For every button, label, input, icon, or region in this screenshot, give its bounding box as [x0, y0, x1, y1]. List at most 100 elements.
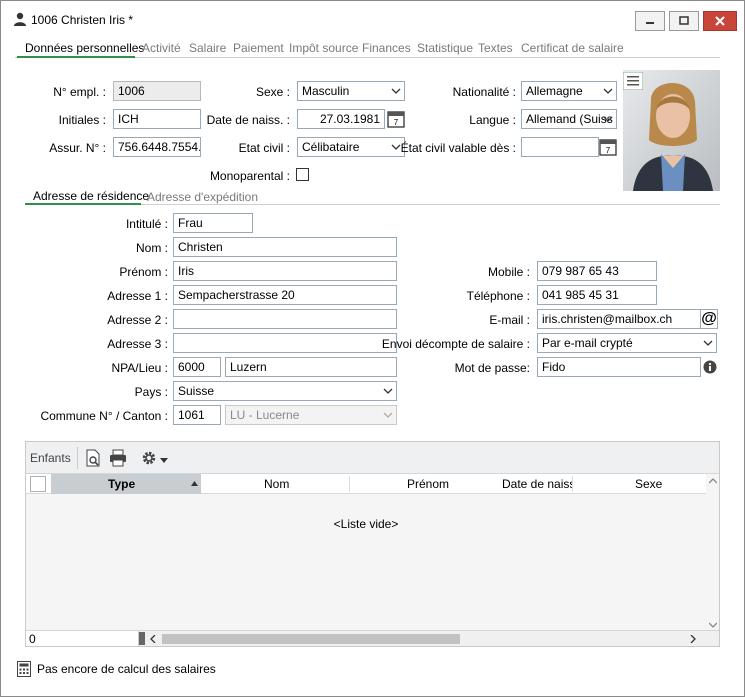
- pays-label: Pays :: [134, 385, 168, 399]
- tab-textes[interactable]: Textes: [478, 41, 513, 55]
- menu-icon[interactable]: [623, 72, 643, 90]
- grid-header: Type Nom Prénom Date de naissa Sexe: [26, 474, 706, 494]
- scroll-down-icon[interactable]: [709, 622, 717, 628]
- tab-adresse-expedition[interactable]: Adresse d'expédition: [147, 190, 258, 204]
- adresse3-field[interactable]: [173, 333, 397, 353]
- calendar-icon[interactable]: 7: [599, 138, 617, 156]
- canton-value: LU - Lucerne: [230, 408, 300, 422]
- chevron-down-icon: [603, 116, 613, 122]
- chevron-down-icon: [383, 412, 393, 418]
- column-header-sexe[interactable]: Sexe: [635, 477, 662, 491]
- envoi-label: Envoi décompte de salaire :: [381, 337, 530, 351]
- npa-lieu-label: NPA/Lieu :: [111, 361, 168, 375]
- minimize-button[interactable]: [635, 11, 665, 31]
- mobile-field[interactable]: 079 987 65 43: [537, 261, 657, 281]
- birth-date-field[interactable]: 27.03.1981: [297, 109, 385, 129]
- tab-certificat-salaire[interactable]: Certificat de salaire: [521, 41, 624, 55]
- info-icon[interactable]: [703, 360, 717, 374]
- close-icon: [715, 16, 725, 26]
- sort-asc-icon: [191, 481, 198, 486]
- close-button[interactable]: [703, 11, 737, 31]
- employee-window: 1006 Christen Iris * Données personnelle…: [0, 0, 745, 697]
- intitule-field[interactable]: Frau: [173, 213, 253, 233]
- monoparental-checkbox[interactable]: [296, 168, 309, 181]
- email-field[interactable]: iris.christen@mailbox.ch: [537, 309, 701, 329]
- npa-field[interactable]: 6000: [173, 357, 221, 377]
- maximize-button[interactable]: [669, 11, 699, 31]
- email-label: E-mail :: [489, 313, 530, 327]
- password-field[interactable]: Fido: [537, 357, 701, 377]
- column-header-prenom[interactable]: Prénom: [407, 477, 449, 491]
- etat-civil-select[interactable]: Célibataire: [297, 137, 405, 157]
- etat-valid-field[interactable]: [521, 137, 599, 157]
- svg-text:7: 7: [606, 146, 611, 155]
- adresse2-field[interactable]: [173, 309, 397, 329]
- column-divider: [349, 476, 350, 492]
- tab-finances[interactable]: Finances: [362, 41, 411, 55]
- status-text: Pas encore de calcul des salaires: [37, 662, 216, 676]
- svg-text:7: 7: [394, 118, 399, 127]
- adresse1-label: Adresse 1 :: [107, 289, 168, 303]
- tab-paiement[interactable]: Paiement: [233, 41, 284, 55]
- scroll-up-icon[interactable]: [709, 478, 717, 484]
- initials-label: Initiales :: [58, 113, 106, 127]
- sexe-label: Sexe :: [255, 85, 290, 99]
- select-all-checkbox[interactable]: [30, 476, 46, 492]
- monoparental-label: Monoparental :: [209, 169, 290, 183]
- assur-number-field[interactable]: 756.6448.7554.4: [113, 137, 201, 157]
- calendar-icon[interactable]: 7: [387, 110, 405, 128]
- caret-down-icon[interactable]: [160, 458, 168, 464]
- tab-salaire[interactable]: Salaire: [189, 41, 226, 55]
- empl-label: N° empl. :: [53, 85, 106, 99]
- commune-field[interactable]: 1061: [173, 405, 221, 425]
- tab-impot-source[interactable]: Impôt source: [289, 41, 358, 55]
- vertical-scrollbar[interactable]: [706, 474, 719, 632]
- telephone-field[interactable]: 041 985 45 31: [537, 285, 657, 305]
- column-header-type[interactable]: Type: [108, 477, 135, 491]
- preview-icon[interactable]: [84, 449, 102, 467]
- scroll-left-icon[interactable]: [150, 635, 156, 643]
- password-label: Mot de passe:: [454, 361, 530, 375]
- lieu-field[interactable]: Luzern: [225, 357, 397, 377]
- employee-photo: [623, 70, 720, 191]
- tab-donnees-personnelles[interactable]: Données personnelles: [25, 41, 144, 55]
- langue-select[interactable]: Allemand (Suiss: [521, 109, 617, 129]
- prenom-field[interactable]: Iris: [173, 261, 397, 281]
- tab-adresse-residence[interactable]: Adresse de résidence: [33, 189, 149, 203]
- chevron-down-icon: [703, 340, 713, 346]
- initials-field[interactable]: ICH: [113, 109, 201, 129]
- maximize-icon: [679, 16, 689, 25]
- tab-statistique[interactable]: Statistique: [417, 41, 473, 55]
- tab-activite[interactable]: Activité: [142, 41, 181, 55]
- title-bar: 1006 Christen Iris *: [1, 1, 744, 33]
- canton-select: LU - Lucerne: [225, 405, 397, 425]
- gear-icon[interactable]: [140, 449, 158, 467]
- chevron-down-icon: [391, 144, 401, 150]
- email-at-icon[interactable]: @: [700, 309, 718, 329]
- adresse1-field[interactable]: Sempacherstrasse 20: [173, 285, 397, 305]
- scroll-right-icon[interactable]: [690, 635, 696, 643]
- print-icon[interactable]: [109, 449, 127, 467]
- sexe-select[interactable]: Masculin: [297, 81, 405, 101]
- etat-civil-value: Célibataire: [302, 140, 360, 154]
- column-header-date-naissance[interactable]: Date de naissa: [502, 477, 572, 491]
- grid-footer: 0: [26, 630, 719, 646]
- empl-number-field[interactable]: 1006: [113, 81, 201, 101]
- column-divider: [572, 476, 573, 492]
- nationalite-select[interactable]: Allemagne: [521, 81, 617, 101]
- row-count: 0: [26, 631, 139, 646]
- envoi-select[interactable]: Par e-mail crypté: [537, 333, 717, 353]
- telephone-label: Téléphone :: [466, 289, 530, 303]
- sexe-value: Masculin: [302, 84, 350, 98]
- nom-label: Nom :: [135, 241, 168, 255]
- grid-body: <Liste vide>: [26, 494, 706, 632]
- splitter-handle[interactable]: [139, 632, 145, 645]
- grid-title: Enfants: [30, 451, 71, 465]
- empty-list-text: <Liste vide>: [333, 517, 399, 531]
- active-address-tab-indicator: [25, 203, 141, 205]
- chevron-down-icon: [603, 88, 613, 94]
- column-header-nom[interactable]: Nom: [264, 477, 289, 491]
- horizontal-scroll-thumb[interactable]: [162, 634, 460, 644]
- nom-field[interactable]: Christen: [173, 237, 397, 257]
- pays-select[interactable]: Suisse: [173, 381, 397, 401]
